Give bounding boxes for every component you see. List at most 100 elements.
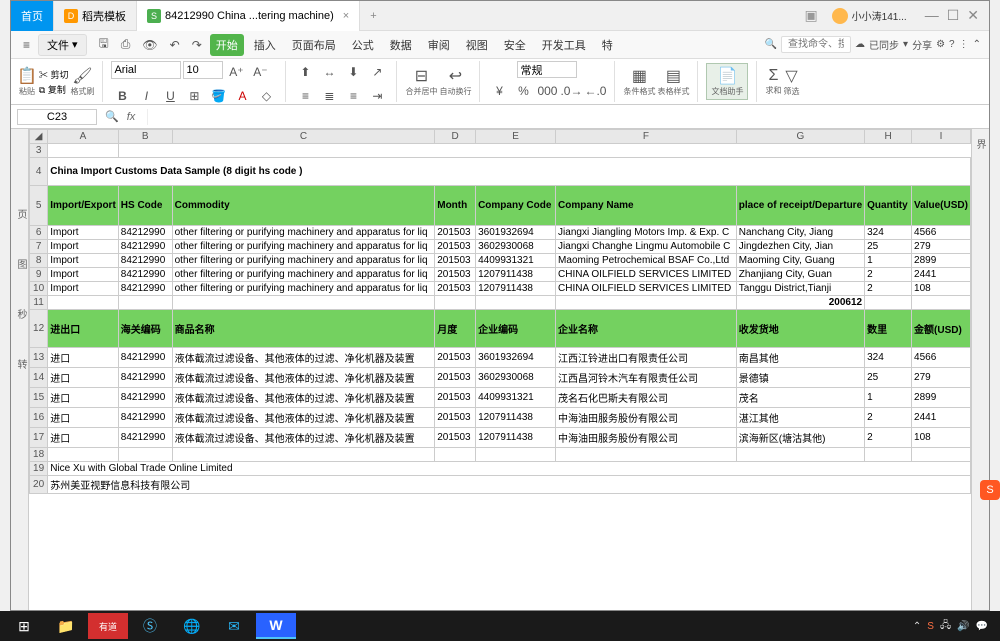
cond-format-button[interactable]: ▦条件格式 bbox=[623, 66, 655, 97]
panel-item[interactable]: 秒 bbox=[11, 309, 28, 319]
row-header[interactable]: 9 bbox=[30, 268, 48, 282]
table-row[interactable]: 14进口84212990液体截流过滤设备、其他液体的过滤、净化机器及装置2015… bbox=[30, 368, 971, 388]
cell[interactable]: 2441 bbox=[912, 408, 971, 428]
cell[interactable]: 2 bbox=[865, 268, 912, 282]
name-box[interactable] bbox=[17, 109, 97, 125]
cell[interactable] bbox=[912, 296, 971, 310]
cell[interactable]: 201503 bbox=[435, 268, 476, 282]
save-icon[interactable]: 🖫 bbox=[95, 32, 113, 57]
table-row[interactable]: 10Import84212990other filtering or purif… bbox=[30, 282, 971, 296]
menu-data[interactable]: 数据 bbox=[384, 34, 418, 56]
row-header[interactable]: 20 bbox=[30, 476, 48, 494]
cell[interactable]: 279 bbox=[912, 368, 971, 388]
cell[interactable]: 1207911438 bbox=[476, 428, 556, 448]
italic-button[interactable]: I bbox=[135, 85, 157, 107]
cell[interactable]: 84212990 bbox=[118, 368, 172, 388]
cell[interactable]: 201503 bbox=[435, 226, 476, 240]
cell[interactable]: Jingdezhen City, Jian bbox=[736, 240, 864, 254]
table-row[interactable]: 15进口84212990液体截流过滤设备、其他液体的过滤、净化机器及装置2015… bbox=[30, 388, 971, 408]
cell[interactable]: 1 bbox=[865, 254, 912, 268]
align-top-icon[interactable]: ⬆ bbox=[294, 61, 316, 83]
cut-button[interactable]: ✂ 剪切 bbox=[39, 68, 69, 81]
cell[interactable]: 液体截流过滤设备、其他液体的过滤、净化机器及装置 bbox=[172, 348, 435, 368]
table-row[interactable]: 11200612 bbox=[30, 296, 971, 310]
cell[interactable]: Maoming City, Guang bbox=[736, 254, 864, 268]
menu-insert[interactable]: 插入 bbox=[248, 34, 282, 56]
cell[interactable]: 2 bbox=[865, 408, 912, 428]
cell[interactable]: 4409931321 bbox=[476, 388, 556, 408]
row-header[interactable]: 4 bbox=[30, 158, 48, 186]
cell[interactable]: Import/Export bbox=[48, 186, 119, 226]
cell[interactable]: Jiangxi Jiangling Motors Imp. & Exp. C bbox=[556, 226, 737, 240]
cell[interactable]: Value(USD) bbox=[912, 186, 971, 226]
cell[interactable] bbox=[736, 448, 864, 462]
indent-icon[interactable]: ⇥ bbox=[366, 85, 388, 107]
cell[interactable]: Import bbox=[48, 240, 119, 254]
cell[interactable]: China Import Customs Data Sample (8 digi… bbox=[48, 158, 971, 186]
start-button[interactable]: ⊞ bbox=[4, 613, 44, 639]
home-tab[interactable]: 首页 bbox=[11, 1, 54, 31]
user-account[interactable]: 小小涛141... bbox=[824, 8, 915, 24]
row-header[interactable]: 15 bbox=[30, 388, 48, 408]
cell[interactable]: 2 bbox=[865, 282, 912, 296]
cell[interactable]: other filtering or purifying machinery a… bbox=[172, 240, 435, 254]
cell[interactable] bbox=[476, 448, 556, 462]
row-header[interactable]: 19 bbox=[30, 462, 48, 476]
cell[interactable]: 江西江铃进出口有限责任公司 bbox=[556, 348, 737, 368]
cell[interactable] bbox=[172, 296, 435, 310]
cell[interactable]: 1207911438 bbox=[476, 282, 556, 296]
font-size-select[interactable] bbox=[183, 61, 223, 79]
minimize-button[interactable]: — bbox=[925, 7, 939, 24]
cell[interactable]: Company Code bbox=[476, 186, 556, 226]
cell[interactable]: 进口 bbox=[48, 408, 119, 428]
column-headers[interactable]: ◢ A B C D E F G H I bbox=[30, 130, 971, 144]
cell[interactable]: 数里 bbox=[865, 310, 912, 348]
cell[interactable] bbox=[48, 448, 119, 462]
print-icon[interactable]: ⎙ bbox=[117, 35, 135, 54]
cell[interactable] bbox=[118, 448, 172, 462]
row-header[interactable]: 8 bbox=[30, 254, 48, 268]
col-header[interactable]: B bbox=[118, 130, 172, 144]
file-menu[interactable]: 文件 ▾ bbox=[38, 34, 87, 56]
cell[interactable]: Import bbox=[48, 226, 119, 240]
cell[interactable]: Nanchang City, Jiang bbox=[736, 226, 864, 240]
undo-icon[interactable]: ↶ bbox=[166, 36, 184, 54]
col-header[interactable]: G bbox=[736, 130, 864, 144]
cell[interactable] bbox=[172, 448, 435, 462]
right-panel[interactable]: 界 bbox=[971, 129, 989, 610]
table-row[interactable]: 18 bbox=[30, 448, 971, 462]
cell[interactable]: 84212990 bbox=[118, 408, 172, 428]
cell[interactable]: 湛江其他 bbox=[736, 408, 864, 428]
table-row[interactable]: 3 bbox=[30, 144, 971, 158]
cell[interactable] bbox=[435, 296, 476, 310]
tray-audio-icon[interactable]: 🔊 bbox=[957, 621, 969, 632]
cell[interactable]: 3601932694 bbox=[476, 348, 556, 368]
row-header[interactable]: 6 bbox=[30, 226, 48, 240]
cell[interactable]: 200612 bbox=[736, 296, 864, 310]
cell[interactable]: 液体截流过滤设备、其他液体的过滤、净化机器及装置 bbox=[172, 428, 435, 448]
cell[interactable]: 进口 bbox=[48, 388, 119, 408]
fill-color-button[interactable]: 🪣 bbox=[207, 85, 229, 107]
cell[interactable]: 企业编码 bbox=[476, 310, 556, 348]
col-header[interactable]: H bbox=[865, 130, 912, 144]
tray-notify-icon[interactable]: 💬 bbox=[976, 621, 988, 632]
cell[interactable]: 84212990 bbox=[118, 428, 172, 448]
table-row[interactable]: 17进口84212990液体截流过滤设备、其他液体的过滤、净化机器及装置2015… bbox=[30, 428, 971, 448]
cell[interactable]: 2899 bbox=[912, 254, 971, 268]
table-row[interactable]: 5Import/ExportHS CodeCommodityMonthCompa… bbox=[30, 186, 971, 226]
cell[interactable]: Nice Xu with Global Trade Online Limited bbox=[48, 462, 971, 476]
cell[interactable]: 南昌其他 bbox=[736, 348, 864, 368]
cell[interactable]: 25 bbox=[865, 368, 912, 388]
preview-icon[interactable]: 👁 bbox=[138, 36, 161, 54]
cell[interactable] bbox=[865, 448, 912, 462]
decimal-inc-icon[interactable]: .0→ bbox=[560, 80, 582, 102]
orientation-icon[interactable]: ↗ bbox=[366, 61, 388, 83]
system-tray[interactable]: ⌃ S 🖧 🔊 💬 bbox=[913, 618, 996, 635]
col-header[interactable]: D bbox=[435, 130, 476, 144]
percent-icon[interactable]: % bbox=[512, 80, 534, 102]
cell[interactable]: 201503 bbox=[435, 408, 476, 428]
cell[interactable]: 金额(USD) bbox=[912, 310, 971, 348]
col-header[interactable]: C bbox=[172, 130, 435, 144]
cell[interactable]: CHINA OILFIELD SERVICES LIMITED bbox=[556, 268, 737, 282]
row-header[interactable]: 16 bbox=[30, 408, 48, 428]
